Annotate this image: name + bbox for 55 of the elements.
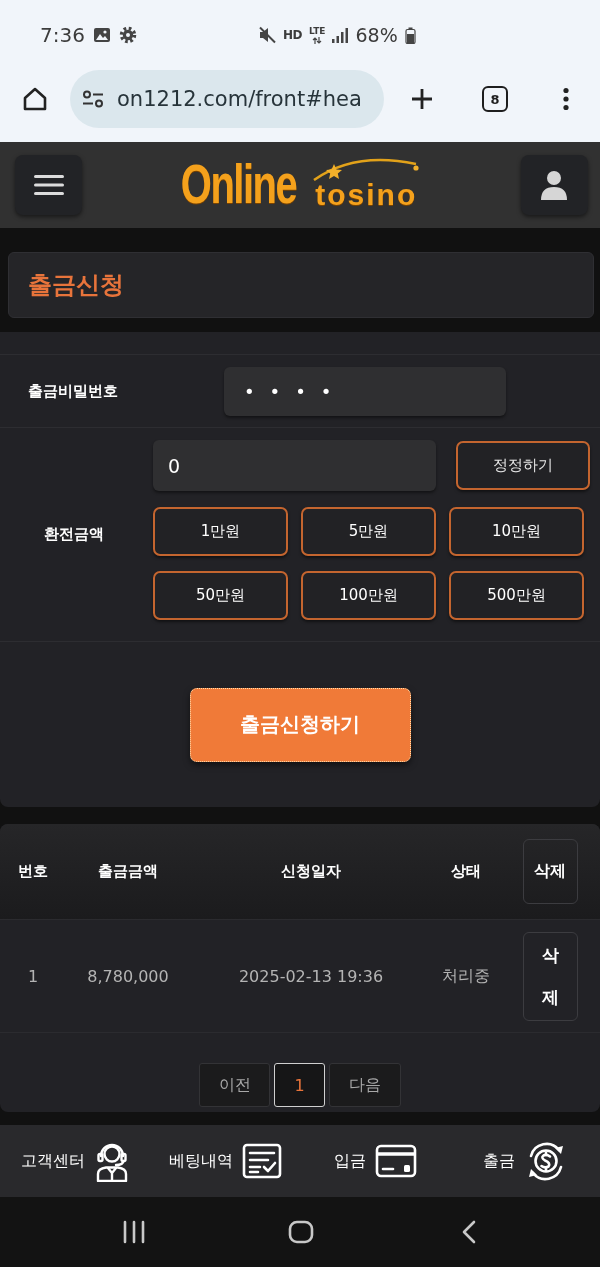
column-header: 상태 <box>451 862 481 881</box>
reset-button[interactable]: 정정하기 <box>456 441 590 490</box>
next-page-button[interactable]: 다음 <box>329 1063 401 1107</box>
battery-percent: 68% <box>355 24 398 46</box>
amount-button[interactable]: 1만원 <box>153 507 288 556</box>
network-label: HD <box>282 28 302 42</box>
amount-button[interactable]: 500만원 <box>449 571 584 620</box>
recent-apps-icon[interactable] <box>122 1220 146 1244</box>
clock-time: 7:36 <box>40 23 85 47</box>
nav-button[interactable]: 입금 <box>333 1143 417 1179</box>
back-icon[interactable] <box>462 1220 476 1244</box>
amount-button[interactable]: 100만원 <box>301 571 436 620</box>
settings-icon <box>118 26 137 44</box>
muted-speaker-icon <box>257 26 276 44</box>
plus-icon[interactable] <box>410 87 434 111</box>
battery-icon <box>404 26 416 44</box>
logo-text: tosino <box>315 181 418 209</box>
home-icon[interactable] <box>22 86 48 112</box>
image-icon <box>92 26 111 44</box>
field-label: 출금비밀번호 <box>28 381 118 401</box>
menu-icon <box>33 174 64 196</box>
menu-icon[interactable] <box>563 87 569 111</box>
page-button[interactable]: 1 <box>274 1063 325 1107</box>
table-cell: 8,780,000 <box>87 966 169 986</box>
column-header: 번호 <box>18 862 48 881</box>
nav-button[interactable]: 고객센터 <box>20 1140 130 1182</box>
network-label: LTE <box>308 26 326 36</box>
checklist-icon <box>241 1143 282 1179</box>
table-cell: 1 <box>27 966 39 986</box>
delete-button[interactable]: 삭제 <box>522 839 578 904</box>
previous-page-button[interactable]: 이전 <box>199 1063 270 1107</box>
amount-field[interactable]: 0 <box>153 440 436 491</box>
tab-count-button[interactable]: 8 <box>482 86 508 112</box>
column-header: 출금금액 <box>98 862 158 881</box>
nav-button[interactable]: 출금 <box>482 1140 568 1182</box>
amount-button[interactable]: 5만원 <box>301 507 436 556</box>
signal-icon <box>332 27 349 43</box>
menu-button[interactable] <box>15 155 82 215</box>
amount-button[interactable]: 50만원 <box>153 571 288 620</box>
amount-button[interactable]: 10만원 <box>449 507 584 556</box>
nav-button[interactable]: 베팅내역 <box>168 1143 282 1179</box>
page-title: 출금신청 <box>28 270 124 301</box>
password-field[interactable]: •••• <box>224 366 506 416</box>
logo-text: Online <box>180 155 297 211</box>
data-arrows-icon <box>312 36 323 44</box>
column-header: 신청일자 <box>281 862 341 881</box>
card-icon <box>374 1143 417 1179</box>
user-icon <box>540 170 569 200</box>
table-cell: 처리중 <box>442 965 490 987</box>
account-button[interactable] <box>521 155 588 215</box>
delete-button[interactable]: 삭제 <box>522 931 578 1021</box>
table-cell: 2025-02-13 19:36 <box>238 966 384 986</box>
site-settings-icon <box>82 90 104 108</box>
field-label: 환전금액 <box>44 525 104 544</box>
address-bar[interactable]: on1212.com/front#hea <box>70 70 384 128</box>
